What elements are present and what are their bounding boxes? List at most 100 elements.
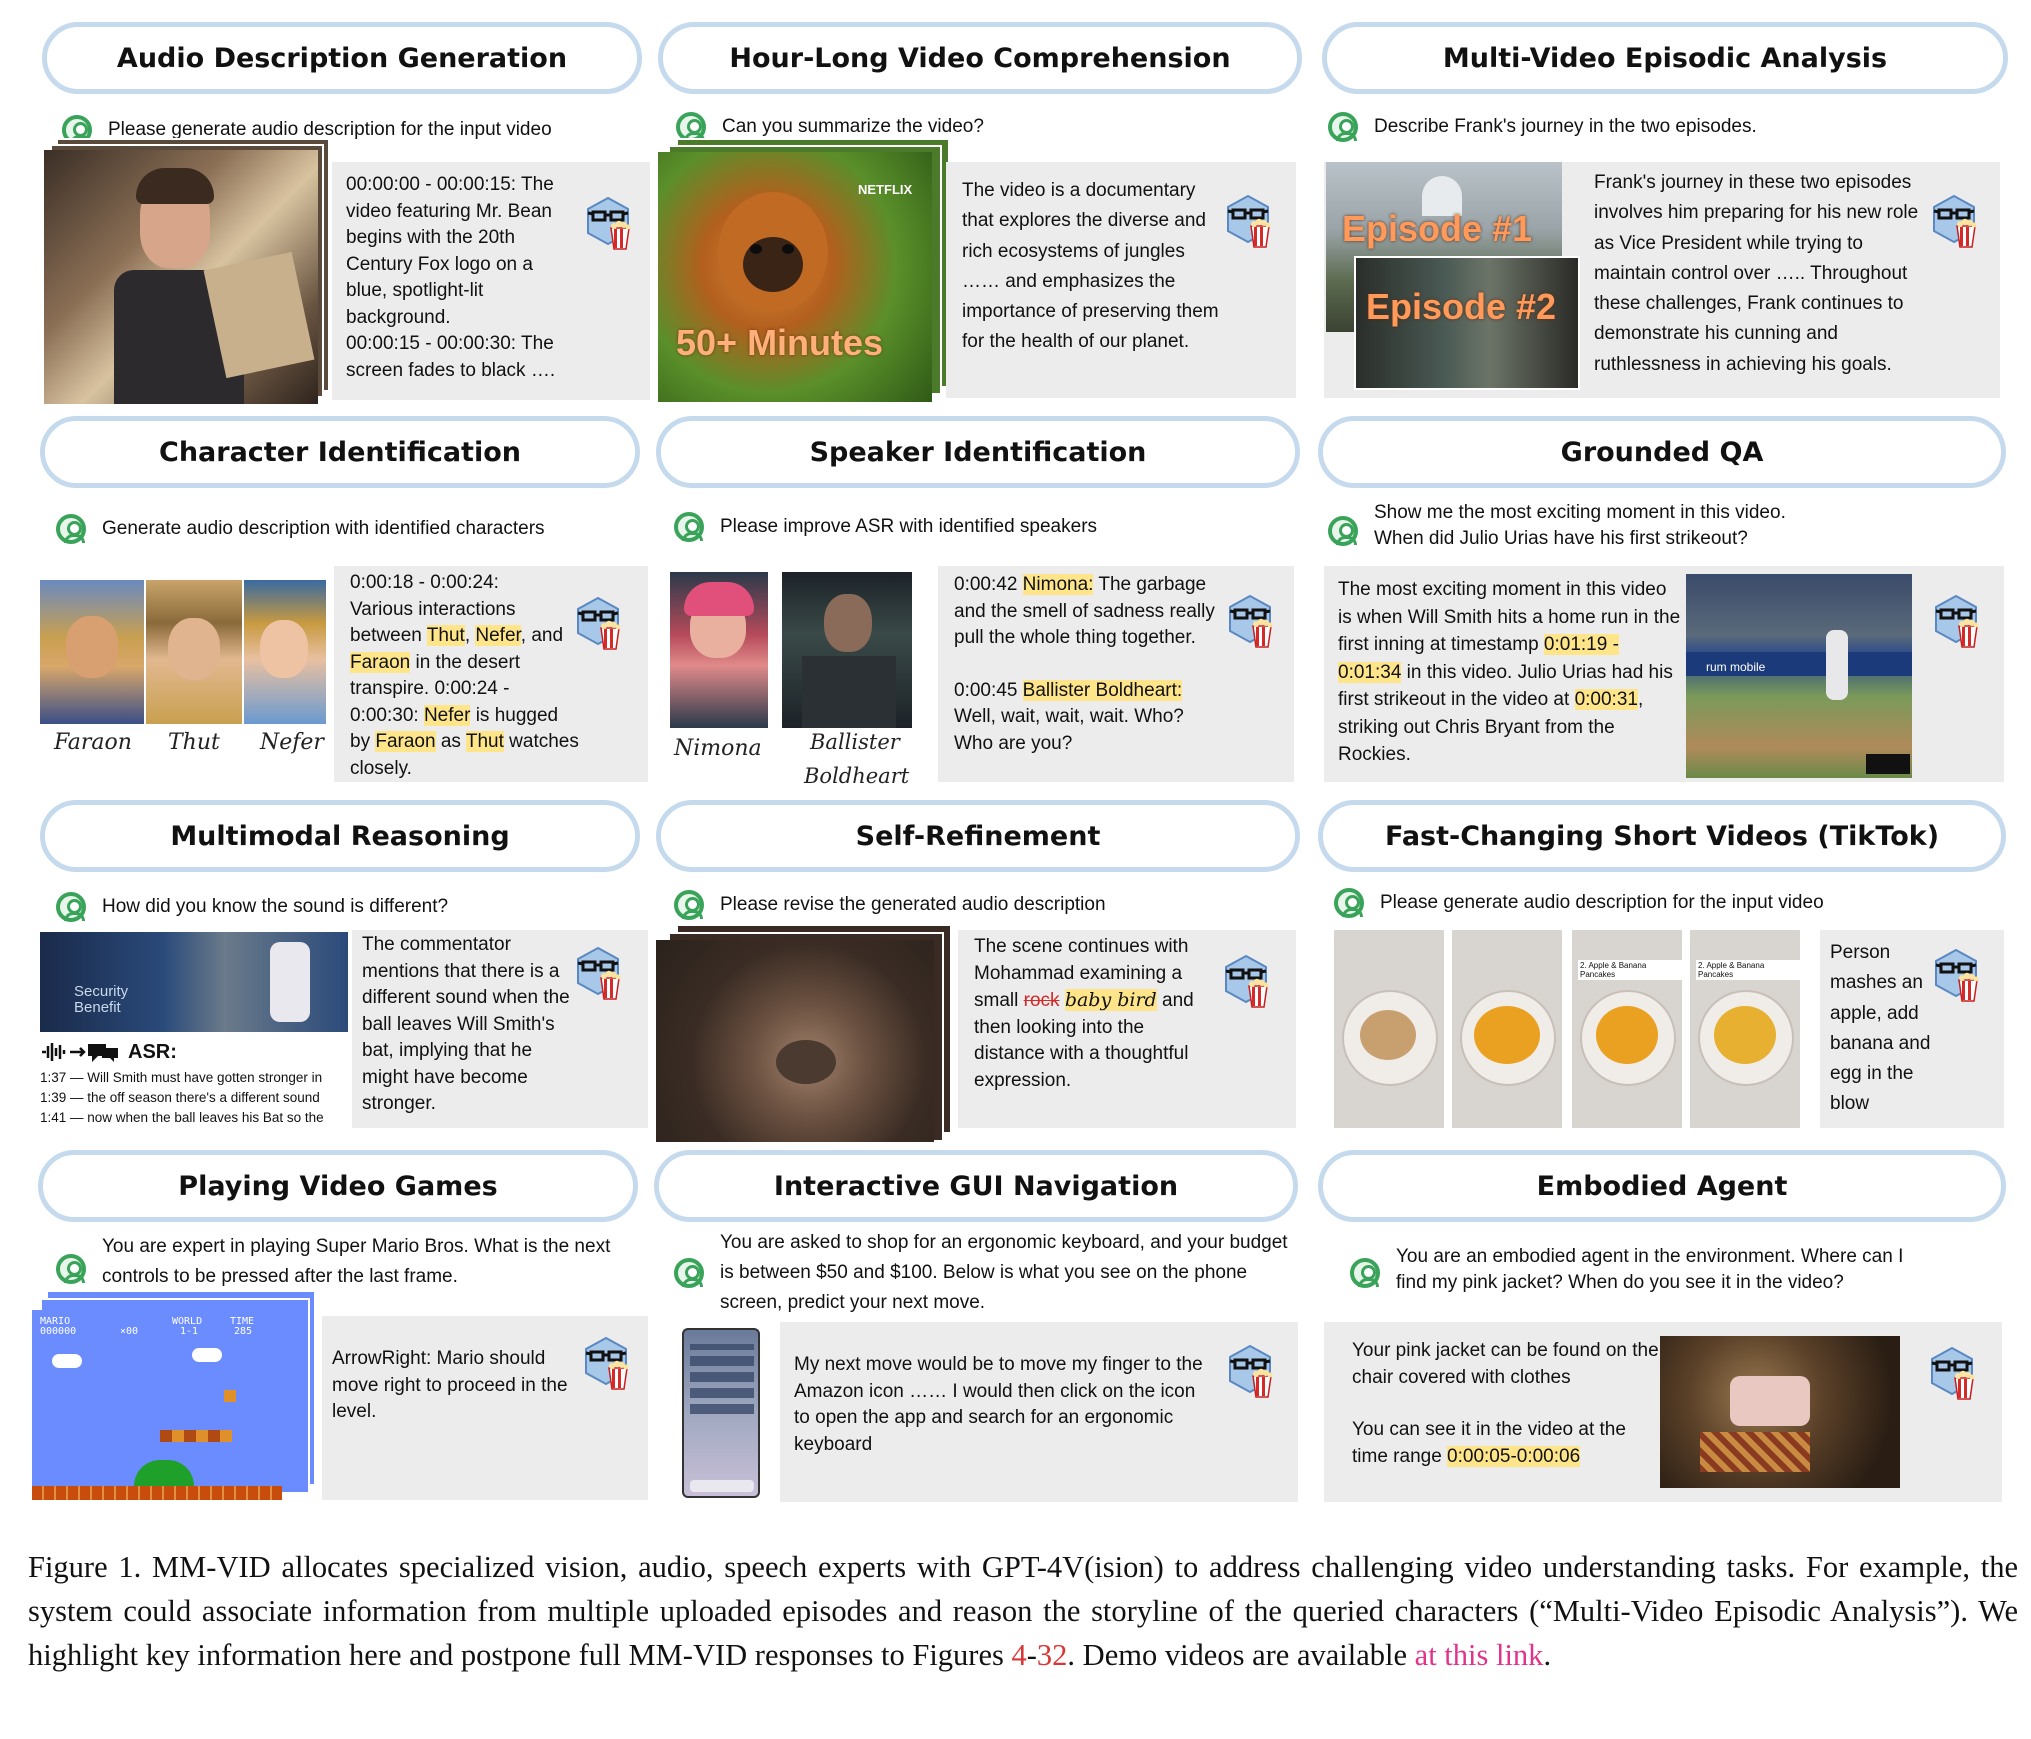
panel-title-video-games: Playing Video Games	[38, 1150, 638, 1222]
user-prompt-self-refinement: Please revise the generated audio descri…	[674, 890, 1106, 920]
prompt-text: You are expert in playing Super Mario Br…	[102, 1236, 611, 1287]
panel-title-grounded-qa: Grounded QA	[1318, 416, 2006, 488]
duration-overlay: 50+ Minutes	[676, 322, 884, 363]
response-box-video-games: ArrowRight: Mario should move right to p…	[322, 1316, 648, 1500]
caption-text: . Demo videos are available	[1067, 1638, 1415, 1672]
prompt-text: Please revise the generated audio descri…	[720, 894, 1106, 915]
timestamp: 0:00:42	[954, 574, 1023, 595]
asr-label: ASR:	[40, 1040, 177, 1064]
user-prompt-tiktok: Please generate audio description for th…	[1334, 888, 1824, 918]
highlight-character: Nefer	[423, 704, 471, 726]
prompt-text: Please generate audio description for th…	[1380, 892, 1824, 913]
answer-line: in this video.	[1401, 661, 1513, 683]
panel-title-embodied: Embodied Agent	[1318, 1150, 2006, 1222]
assistant-bot-icon	[1222, 954, 1270, 1008]
response-box-gui-nav: My next move would be to move my finger …	[780, 1322, 1298, 1502]
assistant-bot-icon	[1224, 194, 1272, 248]
user-icon	[674, 1258, 704, 1288]
panel-title-tiktok: Fast-Changing Short Videos (TikTok)	[1318, 800, 2006, 872]
answer-line: The most exciting moment in this video i…	[1338, 579, 1681, 655]
prompt-text: Please improve ASR with identified speak…	[720, 516, 1098, 537]
character-thut-image	[146, 580, 242, 724]
episode-2-frame: Episode #2	[1354, 256, 1580, 390]
response-box-audio-description: 00:00:00 - 00:00:15: The video featuring…	[332, 162, 650, 400]
tiktok-frame-4: 2. Apple & Banana Pancakes	[1690, 930, 1800, 1128]
character-name-label: Nefer	[260, 730, 324, 755]
tiktok-frame-label: 2. Apple & Banana Pancakes	[1578, 960, 1682, 980]
response-text: The most exciting moment in this video i…	[1338, 576, 1684, 769]
asr-line: 1:41 — now when the ball leaves his Bat …	[40, 1110, 324, 1125]
assistant-bot-icon	[574, 596, 622, 650]
prompt-text: Show me the most exciting moment in this…	[1374, 502, 1786, 549]
user-prompt-grounded-qa: Show me the most exciting moment in this…	[1328, 500, 1786, 552]
response-text: My next move would be to move my finger …	[794, 1354, 1203, 1455]
panel-title-character-id: Character Identification	[40, 416, 640, 488]
assistant-bot-icon	[582, 1336, 630, 1390]
baseball-game-frame: rum mobile	[1686, 574, 1912, 778]
response-line: and	[531, 625, 564, 646]
response-box-hour-long: The video is a documentary that explores…	[946, 162, 1296, 398]
character-nefer-image	[244, 580, 326, 724]
highlight-speaker: Ballister Boldheart:	[1022, 679, 1183, 701]
user-prompt-multimodal-reasoning: How did you know the sound is different?	[56, 892, 448, 922]
highlight-timestamp: 0:00:05-0:00:06	[1447, 1445, 1581, 1467]
speaker-ballister-image	[782, 572, 912, 728]
transcript-line: Well, wait, wait, wait. Who? Who are you…	[954, 706, 1184, 754]
baseball-batter-frame: Security Benefit	[40, 932, 348, 1032]
panel-title-multi-video: Multi-Video Episodic Analysis	[1322, 22, 2008, 94]
user-prompt-gui-nav: You are asked to shop for an ergonomic k…	[674, 1228, 1290, 1318]
hud-time-value: 285	[234, 1326, 253, 1337]
highlight-timestamp: 0:00:31	[1574, 689, 1638, 710]
asr-line: 1:37 — Will Smith must have gotten stron…	[40, 1070, 323, 1085]
assistant-bot-icon	[1226, 1344, 1274, 1398]
panel-title-audio-description: Audio Description Generation	[42, 22, 642, 94]
character-faraon-image	[40, 580, 144, 724]
speaker-name-label: Boldheart	[804, 764, 910, 788]
assistant-bot-icon	[574, 946, 622, 1000]
caption-text: -	[1026, 1638, 1037, 1672]
highlight-character: Nefer	[475, 625, 521, 646]
assistant-bot-icon	[1930, 194, 1978, 248]
response-box-embodied: Your pink jacket can be found on the cha…	[1324, 1322, 2002, 1502]
assistant-bot-icon	[1226, 594, 1274, 648]
caption-text: MM-V	[141, 1550, 239, 1584]
response-line: 0:00:18 - 0:00:24:	[350, 572, 499, 593]
audio-waveform-icon	[42, 1043, 118, 1062]
tiktok-frame-2	[1452, 930, 1562, 1128]
user-icon	[1350, 1258, 1380, 1288]
highlight-character: Faraon	[375, 731, 436, 752]
figure-reference-link[interactable]: 32	[1037, 1638, 1068, 1672]
highlight-character: Faraon	[350, 651, 411, 673]
response-text: 0:00:18 - 0:00:24: Various interactions …	[350, 570, 580, 782]
demo-videos-link[interactable]: at this link	[1415, 1638, 1544, 1672]
speaker-name-label: Nimona	[674, 736, 762, 761]
user-icon	[1328, 516, 1358, 546]
highlight-character: Thut	[426, 625, 465, 646]
response-text: Frank's journey in these two episodes in…	[1594, 172, 1919, 375]
tiktok-frame-1	[1334, 930, 1444, 1128]
response-box-tiktok: Person mashes an apple, add banana and e…	[1820, 930, 2004, 1128]
prompt-text: Describe Frank's journey in the two epis…	[1374, 116, 1757, 137]
response-box-self-refinement: The scene continues with Mohammad examin…	[958, 930, 1296, 1128]
user-prompt-character-id: Generate audio description with identifi…	[56, 514, 545, 544]
panel-title-gui-nav: Interactive GUI Navigation	[654, 1150, 1298, 1222]
user-prompt-multi-video: Describe Frank's journey in the two epis…	[1328, 112, 1757, 142]
struck-word: rock	[1023, 990, 1060, 1011]
prompt-text: You are asked to shop for an ergonomic k…	[720, 1232, 1288, 1313]
response-text: 00:00:00 - 00:00:15: The video featuring…	[346, 174, 556, 381]
panel-title-self-refinement: Self-Refinement	[656, 800, 1300, 872]
assistant-bot-icon	[1928, 1346, 1976, 1400]
mario-game-frame: MARIO 000000 ×00 WORLD 1-1 TIME 285	[32, 1310, 282, 1500]
figure-label: Figure 1.	[28, 1550, 142, 1584]
caption-text: .	[1543, 1638, 1552, 1672]
phone-screenshot	[682, 1328, 760, 1498]
user-icon	[674, 512, 704, 542]
netflix-logo: NETFLIX	[858, 182, 913, 197]
user-icon	[1334, 888, 1364, 918]
inserted-word: baby bird	[1064, 989, 1157, 1011]
figure-reference-link[interactable]: 4	[1012, 1638, 1027, 1672]
response-box-speaker-id: 0:00:42 Nimona: The garbage and the smel…	[938, 566, 1294, 782]
panel-title-speaker-id: Speaker Identification	[656, 416, 1300, 488]
answer-line: Your pink jacket can be found on the cha…	[1352, 1340, 1659, 1388]
prompt-text: Generate audio description with identifi…	[102, 518, 545, 539]
